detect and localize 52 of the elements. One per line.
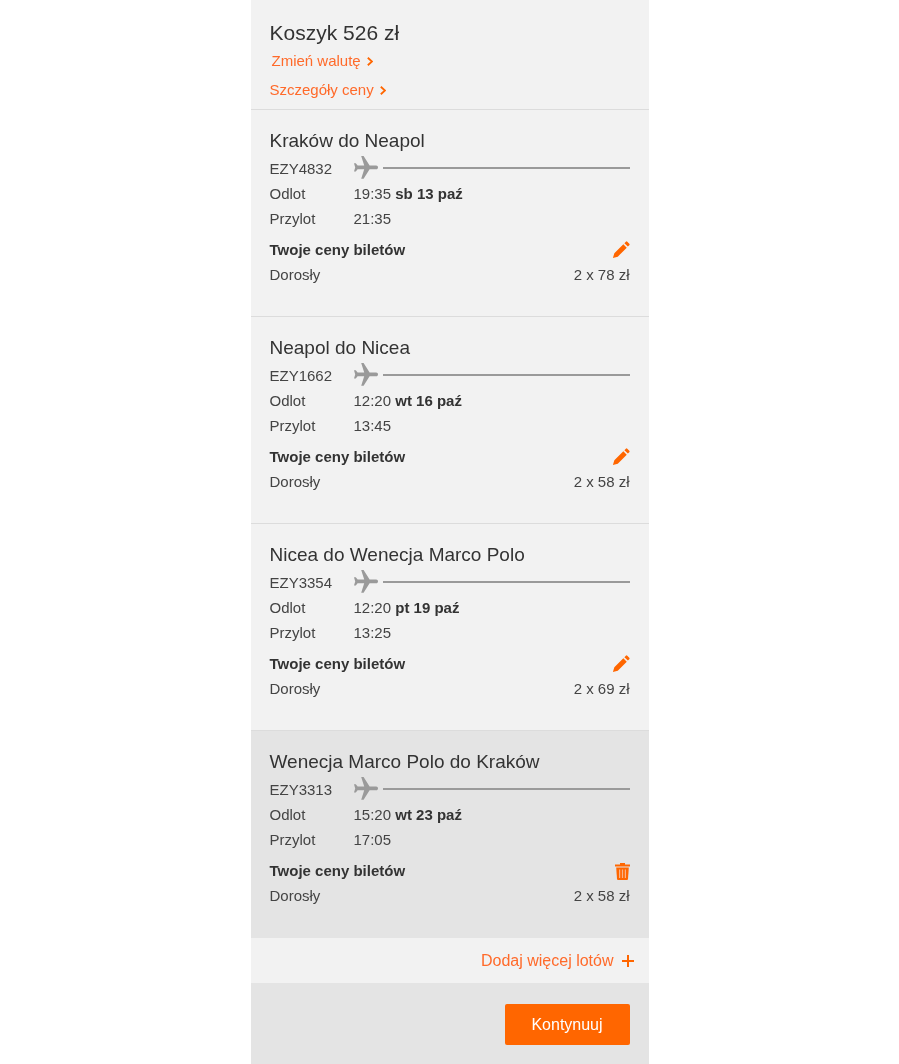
ticket-price: 2 x 58 zł [573,472,630,492]
departure-label: Odlot [269,598,307,618]
arrival-time: 13:45 [353,416,393,436]
prices-heading: Twoje ceny biletów [269,861,407,881]
trash-icon[interactable] [614,862,630,880]
plane-icon [353,363,378,387]
add-flights-link[interactable]: Dodaj więcej lotów [481,951,634,970]
arrival-time: 13:25 [353,623,393,643]
passenger-type: Dorosły [269,265,322,285]
arrival-label: Przylot [269,830,317,850]
plane-icon [353,777,378,801]
plus-icon [621,954,634,967]
departure-time: 12:20 pt 19 paź [353,598,461,618]
continue-button[interactable]: Kontynuuj [504,1004,630,1045]
passenger-type: Dorosły [269,679,322,699]
plane-icon [353,156,378,180]
flight-number: EZY3354 [269,573,334,591]
route-title: Neapol do Nicea [269,337,410,359]
departure-time: 19:35 sb 13 paź [353,184,464,204]
prices-heading: Twoje ceny biletów [269,654,407,674]
departure-time: 12:20 wt 16 paź [353,391,463,411]
cart-title: Koszyk 526 zł [269,20,400,46]
chevron-icon [379,85,386,95]
route-title: Wenecja Marco Polo do Kraków [269,751,540,773]
arrival-label: Przylot [269,623,317,643]
ticket-price: 2 x 58 zł [573,886,630,906]
route-title: Nicea do Wenecja Marco Polo [269,544,525,566]
prices-heading: Twoje ceny biletów [269,447,407,467]
currency-link[interactable]: Zmień walutę [271,51,373,71]
plane-icon [353,570,378,594]
departure-time: 15:20 wt 23 paź [353,805,463,825]
departure-label: Odlot [269,391,307,411]
flight-number: EZY1662 [269,366,334,384]
passenger-type: Dorosły [269,472,322,492]
prices-heading: Twoje ceny biletów [269,240,407,260]
chevron-icon [366,56,373,66]
departure-label: Odlot [269,805,307,825]
flight-number: EZY3313 [269,780,334,798]
departure-label: Odlot [269,184,307,204]
arrival-label: Przylot [269,416,317,436]
arrival-time: 21:35 [353,209,393,229]
ticket-price: 2 x 78 zł [573,265,630,285]
pencil-icon[interactable] [611,448,630,466]
pencil-icon[interactable] [611,655,630,673]
ticket-price: 2 x 69 zł [573,679,630,699]
route-title: Kraków do Neapol [269,130,425,152]
pencil-icon[interactable] [611,241,630,259]
arrival-time: 17:05 [353,830,393,850]
flight-number: EZY4832 [269,159,334,177]
arrival-label: Przylot [269,209,317,229]
price-details-link[interactable]: Szczegóły ceny [269,80,386,100]
passenger-type: Dorosły [269,886,322,906]
